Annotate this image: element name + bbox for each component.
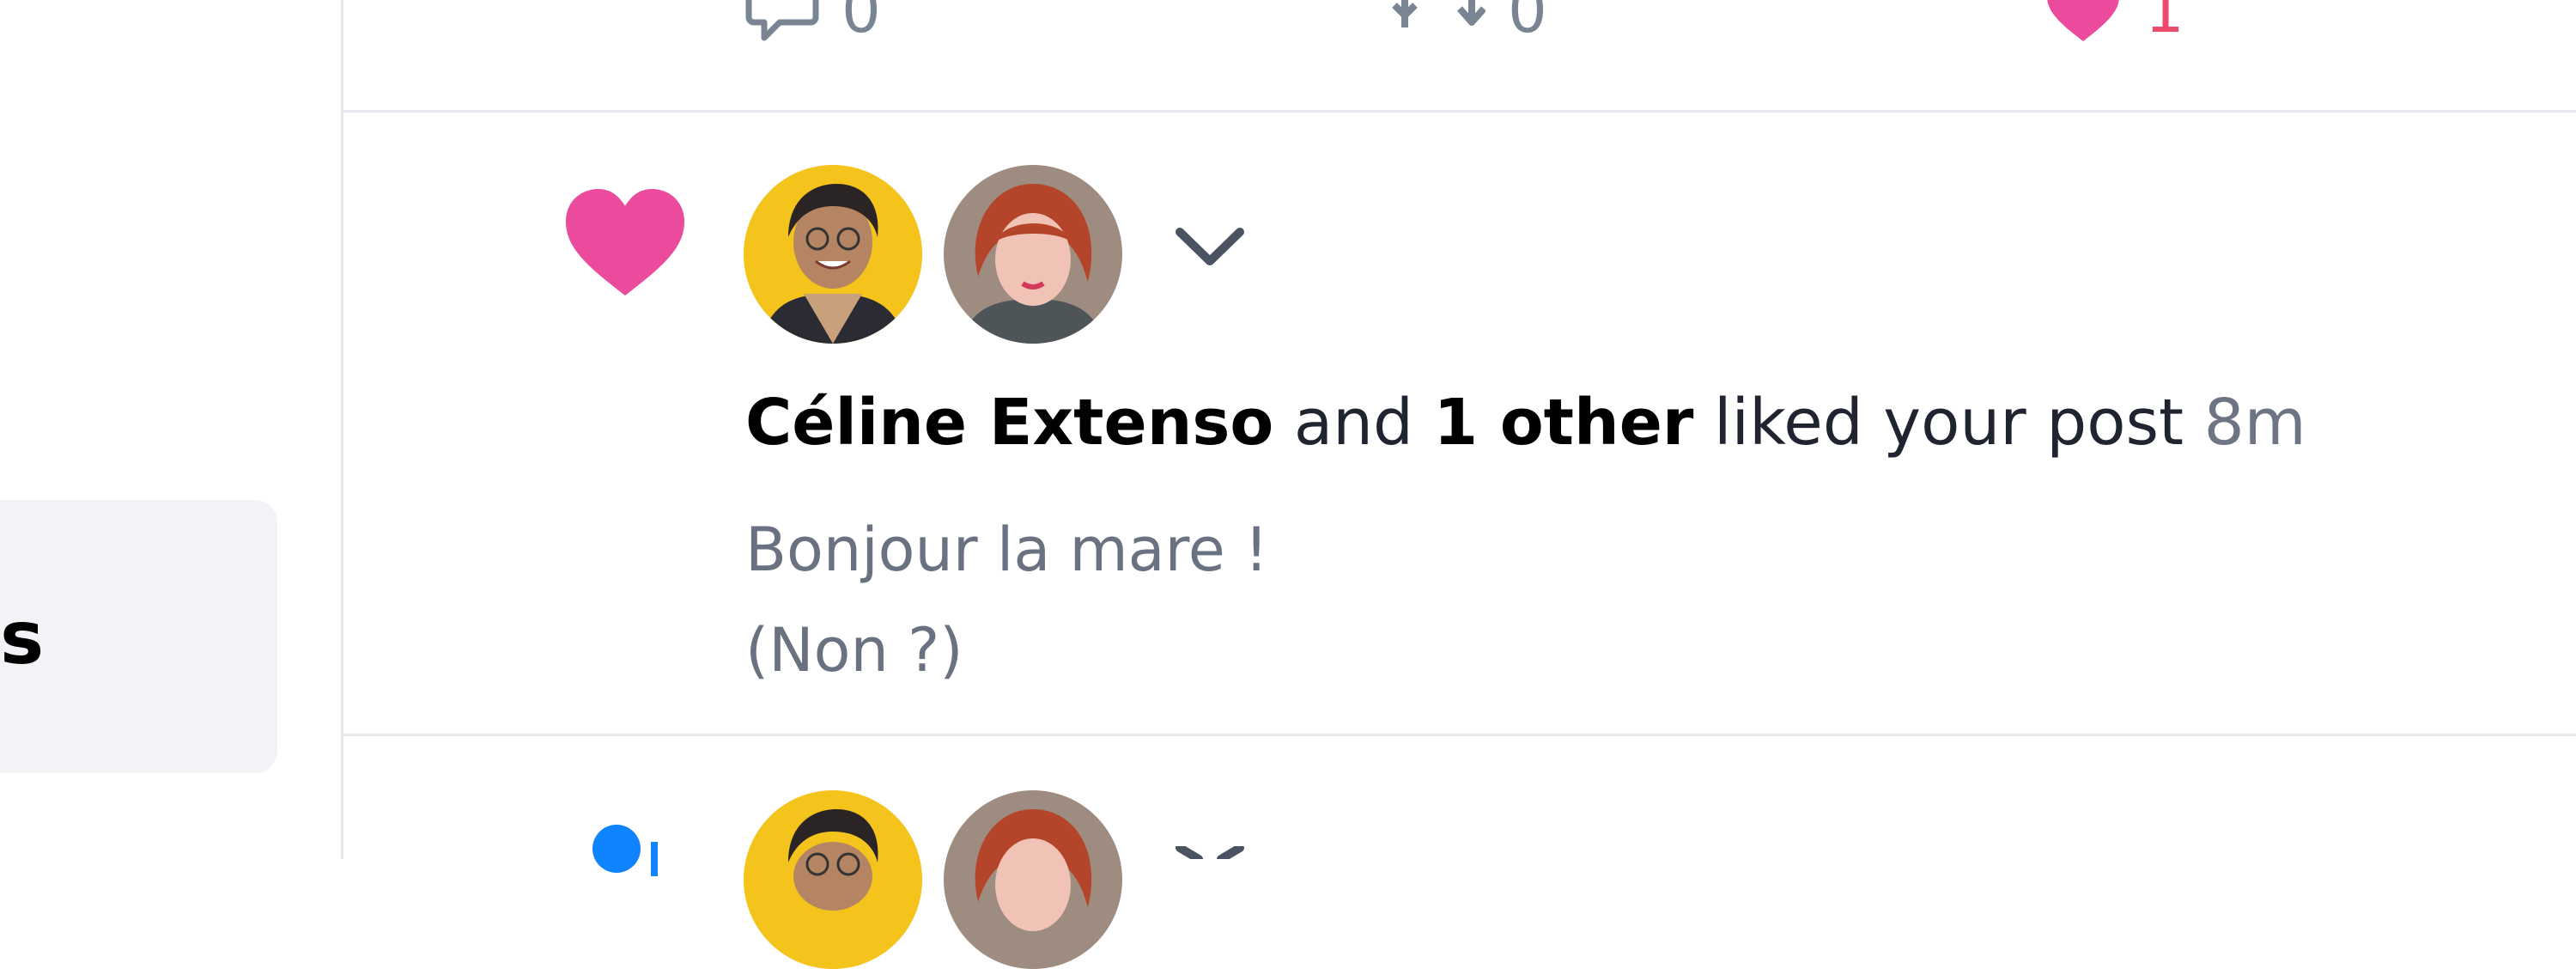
heart-icon [2047, 0, 2119, 41]
sidebar-divider [341, 0, 343, 859]
avatar[interactable] [944, 165, 1122, 344]
connector-text: and [1293, 386, 1414, 460]
timestamp: 8m [2203, 386, 2306, 460]
avatar[interactable] [744, 790, 922, 969]
repost-count: 0 [1508, 0, 1547, 46]
notification-divider [342, 734, 2576, 736]
like-count: 1 [2145, 0, 2184, 46]
action-text: liked your post [1713, 386, 2184, 460]
others-count[interactable]: 1 other [1434, 386, 1694, 460]
post-preview[interactable]: Bonjour la mare ! (Non ?) [745, 500, 1268, 701]
post-divider [342, 110, 2576, 113]
reply-count: 0 [841, 0, 881, 46]
notification-text: Céline Extenso and 1 other liked your po… [745, 385, 2306, 461]
repost-button[interactable]: 0 [1391, 0, 1547, 45]
repost-icon [1392, 0, 1485, 27]
chevron-down-icon[interactable] [1173, 222, 1247, 273]
sidebar: s [0, 0, 342, 859]
like-button[interactable]: 1 [2044, 0, 2184, 45]
reply-icon [745, 0, 819, 41]
chevron-down-icon[interactable] [1173, 846, 1247, 859]
person-add-icon [592, 825, 658, 876]
avatar[interactable] [944, 790, 1122, 969]
post-preview-line: Bonjour la mare ! [745, 515, 1269, 585]
reply-button[interactable]: 0 [745, 0, 881, 45]
avatar[interactable] [744, 165, 922, 344]
sidebar-nav-item-label: s [0, 595, 45, 681]
heart-icon [566, 189, 684, 296]
post-preview-line: (Non ?) [745, 615, 963, 686]
previous-post-actions: 0 0 1 [0, 0, 2576, 110]
actor-name[interactable]: Céline Extenso [745, 386, 1273, 460]
